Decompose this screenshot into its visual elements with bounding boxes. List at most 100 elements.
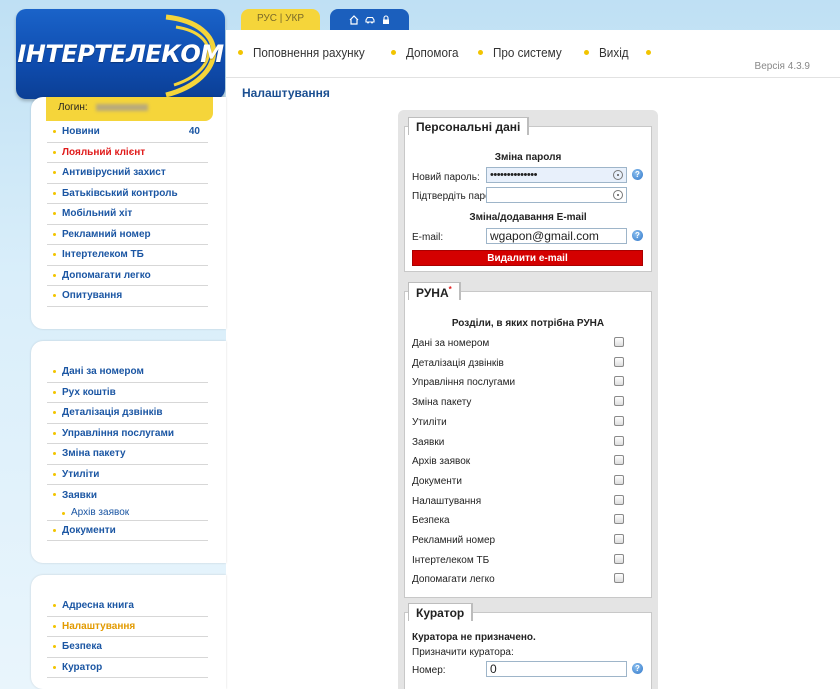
- runa-row: Деталізація дзвінків: [412, 356, 624, 369]
- nav-logout[interactable]: Вихід: [599, 45, 629, 60]
- new-password-field[interactable]: ••••••••••••••: [486, 167, 627, 183]
- sidebar-item-parental-control[interactable]: Батьківський контроль: [47, 184, 208, 204]
- lock-icon[interactable]: [381, 14, 391, 25]
- runa-item-label: Деталізація дзвінків: [412, 357, 504, 369]
- home-icon[interactable]: [349, 14, 359, 25]
- required-mark: *: [448, 285, 452, 294]
- nav-topup[interactable]: Поповнення рахунку: [253, 45, 365, 60]
- runa-title-text: РУНА: [416, 286, 449, 300]
- sidebar-item-antivirus[interactable]: Антивірусний захист: [47, 163, 208, 184]
- lang-ru-link[interactable]: РУС: [257, 13, 277, 24]
- nav-help[interactable]: Допомога: [406, 45, 458, 60]
- runa-checkbox[interactable]: [614, 435, 624, 446]
- runa-item-label: Допомагати легко: [412, 574, 495, 586]
- sidebar-item-address-book[interactable]: Адресна книга: [47, 596, 208, 617]
- runa-row: Заявки: [412, 435, 624, 448]
- runa-row: Дані за номером: [412, 337, 624, 349]
- runa-item-label: Заявки: [412, 436, 445, 448]
- quick-icons-tab: [330, 9, 409, 30]
- sidebar-item-survey[interactable]: Опитування: [47, 286, 208, 307]
- email-field[interactable]: wgapon@gmail.com: [486, 228, 627, 244]
- sidebar-list-account: Дані за номером Рух коштів Деталізація д…: [47, 362, 208, 541]
- runa-row: Утиліти: [412, 415, 624, 428]
- show-password-icon[interactable]: [613, 190, 623, 200]
- runa-row: Налаштування: [412, 494, 624, 507]
- help-icon[interactable]: ?: [632, 230, 643, 241]
- sidebar-item-loyal-client[interactable]: Лояльний клієнт: [47, 143, 208, 163]
- curator-number-field[interactable]: 0: [486, 661, 627, 677]
- runa-checkbox[interactable]: [614, 337, 624, 347]
- nav-bullet-icon: [238, 50, 243, 55]
- nav-bullet-icon: [645, 50, 651, 55]
- runa-row: Безпека: [412, 514, 624, 526]
- runa-row: Архів заявок: [412, 455, 624, 467]
- runa-item-label: Рекламний номер: [412, 535, 496, 546]
- runa-row: Управління послугами: [412, 376, 624, 389]
- runa-item-label: Управління послугами: [412, 377, 516, 389]
- help-icon[interactable]: ?: [632, 169, 643, 180]
- curator-status: Куратора не призначено.: [412, 632, 536, 643]
- logo-text: ІНТЕРТЕЛЕКОМ: [17, 40, 224, 68]
- runa-row: Зміна пакету: [412, 396, 624, 408]
- sidebar-item-requests[interactable]: Заявки: [47, 485, 208, 506]
- sidebar-item-number-data[interactable]: Дані за номером: [47, 362, 208, 383]
- runa-item-label: Документи: [412, 475, 462, 487]
- login-value-redacted: [96, 103, 149, 111]
- runa-row: Рекламний номер: [412, 534, 624, 546]
- email-heading: Зміна/додавання E-mail: [469, 212, 587, 223]
- show-password-icon[interactable]: [613, 170, 623, 180]
- runa-checkbox[interactable]: [614, 396, 624, 407]
- email-label: E-mail:: [412, 232, 444, 243]
- runa-checkbox[interactable]: [614, 455, 624, 466]
- top-navigation-bar: Поповнення рахунку Допомога Про систему …: [226, 30, 840, 78]
- runa-checkbox[interactable]: [614, 474, 624, 485]
- sidebar-list-services: Новини 40 Лояльний клієнт Антивірусний за…: [47, 122, 208, 307]
- sidebar-item-security[interactable]: Безпека: [47, 637, 208, 658]
- login-label: Логин:: [58, 102, 88, 113]
- runa-checkbox[interactable]: [614, 356, 624, 367]
- runa-checkbox[interactable]: [614, 514, 624, 525]
- runa-item-label: Дані за номером: [412, 338, 490, 349]
- runa-checkbox[interactable]: [614, 573, 624, 584]
- sidebar-item-mobile-hit[interactable]: Мобільний хіт: [47, 204, 208, 225]
- runa-item-label: Утиліти: [412, 416, 447, 428]
- sidebar-item-utilities[interactable]: Утиліти: [47, 465, 208, 485]
- runa-title: РУНА*: [408, 282, 460, 300]
- sidebar-item-help-easy[interactable]: Допомагати легко: [47, 266, 208, 286]
- runa-checkbox[interactable]: [614, 376, 624, 387]
- sidebar-item-documents[interactable]: Документи: [47, 521, 208, 541]
- sidebar-item-curator[interactable]: Куратор: [47, 658, 208, 678]
- sidebar-item-tv[interactable]: Інтертелеком ТБ: [47, 245, 208, 266]
- confirm-password-field[interactable]: [486, 187, 627, 203]
- personal-data-title: Персональні дані: [408, 117, 529, 135]
- main-nav: Поповнення рахунку Допомога Про систему …: [238, 45, 661, 60]
- runa-checkbox[interactable]: [614, 534, 624, 544]
- password-heading: Зміна пароля: [494, 152, 562, 163]
- car-icon[interactable]: [364, 15, 375, 25]
- runa-checkbox[interactable]: [614, 415, 624, 426]
- confirm-password-label: Підтвердіть пароль:: [412, 191, 486, 202]
- lang-uk-link[interactable]: УКР: [285, 13, 304, 24]
- sidebar-item-news[interactable]: Новини 40: [47, 122, 208, 143]
- sidebar-item-ad-number[interactable]: Рекламний номер: [47, 225, 208, 245]
- runa-checkbox[interactable]: [614, 553, 624, 564]
- sidebar-item-call-details[interactable]: Деталізація дзвінків: [47, 403, 208, 424]
- sidebar-item-service-management[interactable]: Управління послугами: [47, 424, 208, 444]
- sidebar-item-settings[interactable]: Налаштування: [47, 617, 208, 637]
- intertelecom-logo[interactable]: ІНТЕРТЕЛЕКОМ: [16, 9, 225, 99]
- version-label: Версія 4.3.9: [754, 61, 810, 72]
- sidebar-item-change-package[interactable]: Зміна пакету: [47, 444, 208, 465]
- curator-number-label: Номер:: [412, 665, 446, 676]
- nav-bullet-icon: [391, 50, 397, 55]
- runa-heading: Розділи, в яких потрібна РУНА: [451, 318, 605, 329]
- nav-bullet-icon: [583, 50, 589, 55]
- news-count-badge: 40: [188, 126, 200, 138]
- sidebar-list-settings: Адресна книга Налаштування Безпека Курат…: [47, 596, 208, 678]
- nav-about[interactable]: Про систему: [493, 45, 562, 60]
- sidebar-item-money-flow[interactable]: Рух коштів: [47, 383, 208, 403]
- runa-row: Документи: [412, 474, 624, 487]
- runa-checkbox[interactable]: [614, 494, 624, 505]
- help-icon[interactable]: ?: [632, 663, 643, 674]
- delete-email-button[interactable]: Видалити e-mail: [412, 250, 643, 266]
- sidebar-subitem-request-archive[interactable]: Архів заявок: [47, 506, 208, 521]
